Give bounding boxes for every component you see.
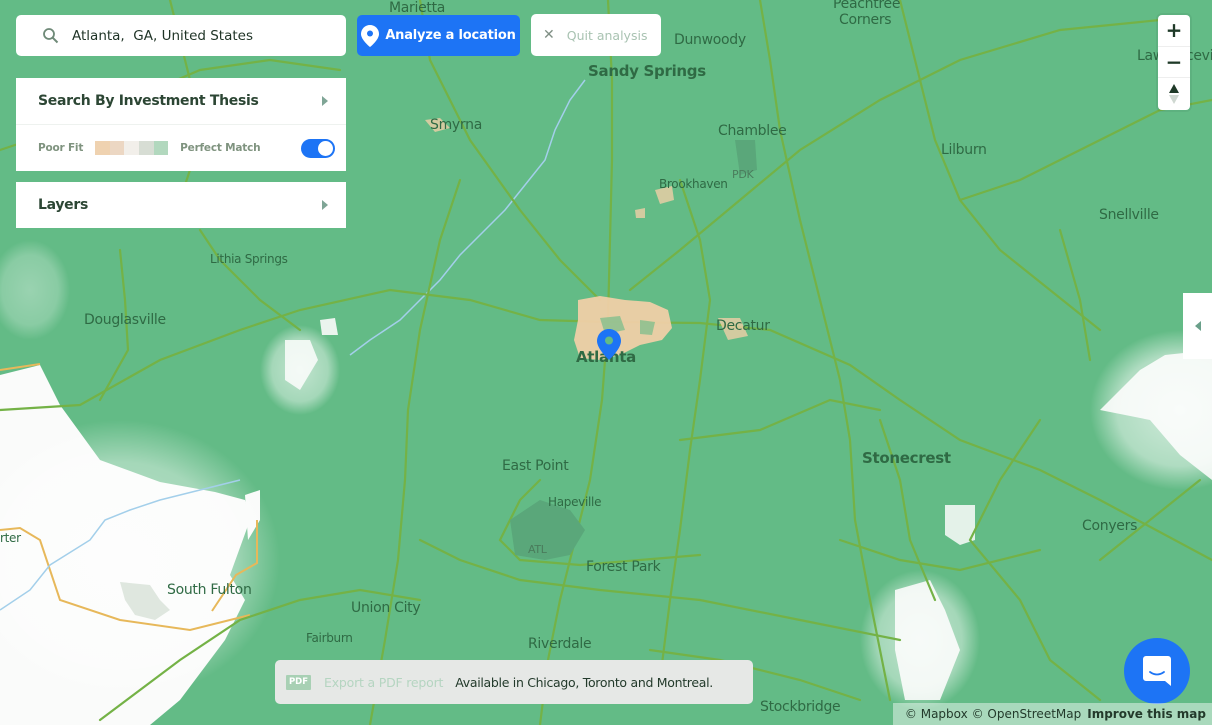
map-place-label: Lilburn	[941, 142, 987, 158]
toggle-knob	[318, 141, 333, 156]
layers-title: Layers	[38, 197, 88, 213]
investment-thesis-panel: Search By Investment Thesis Poor Fit Per…	[16, 78, 346, 171]
map-pin-icon	[361, 24, 380, 47]
map-place-label: Fairburn	[306, 631, 353, 645]
map-place-label: PDK	[732, 168, 754, 181]
map-place-label: ATL	[528, 543, 547, 556]
location-pin-marker[interactable]	[597, 329, 621, 360]
map-place-label: Peachtree	[833, 0, 901, 12]
map-place-label: Dunwoody	[674, 32, 746, 48]
quit-analysis-label: Quit analysis	[566, 27, 648, 43]
fit-legend: Poor Fit Perfect Match	[16, 125, 346, 171]
legend-high-label: Perfect Match	[180, 142, 261, 154]
map-place-label: Union City	[351, 600, 421, 616]
map-place-label: Conyers	[1082, 518, 1138, 534]
side-panel-toggle[interactable]	[1183, 293, 1212, 359]
layers-header[interactable]: Layers	[16, 182, 346, 228]
map-place-label: Chamblee	[718, 123, 787, 139]
legend-swatch	[95, 141, 110, 155]
analyze-location-label: Analyze a location	[385, 28, 516, 43]
map-place-label: Brookhaven	[659, 177, 728, 191]
export-pdf-button[interactable]: Export a PDF report	[324, 675, 443, 690]
map-pin-icon	[597, 329, 621, 360]
map-place-label: South Fulton	[167, 582, 252, 598]
legend-swatch	[109, 141, 125, 155]
heatmap-toggle[interactable]	[301, 139, 335, 158]
investment-thesis-header[interactable]: Search By Investment Thesis	[16, 78, 346, 124]
location-search[interactable]	[16, 15, 346, 56]
plus-icon: +	[1165, 18, 1183, 43]
map-place-label: Stonecrest	[862, 449, 951, 467]
map-place-label: rter	[0, 531, 21, 545]
osm-attribution-link[interactable]: © OpenStreetMap	[972, 707, 1082, 721]
pdf-export-bar: PDF Export a PDF report Available in Chi…	[275, 660, 753, 704]
chevron-right-icon	[322, 200, 328, 210]
mapbox-attribution-link[interactable]: © Mapbox	[905, 707, 968, 721]
improve-map-link[interactable]: Improve this map	[1087, 707, 1206, 721]
layers-panel: Layers	[16, 182, 346, 228]
minus-icon: −	[1165, 49, 1183, 74]
pdf-availability-note: Available in Chicago, Toronto and Montre…	[455, 674, 713, 690]
close-icon: ✕	[543, 27, 555, 43]
legend-swatch	[124, 141, 139, 155]
reset-north-button[interactable]	[1158, 78, 1190, 110]
legend-swatch	[153, 141, 169, 155]
zoom-in-button[interactable]: +	[1158, 15, 1190, 47]
map-place-label: Hapeville	[548, 495, 602, 509]
chevron-left-icon	[1194, 321, 1201, 331]
search-input[interactable]	[72, 27, 332, 44]
map-place-label: Forest Park	[586, 559, 661, 575]
map-place-label: Marietta	[389, 0, 446, 16]
map-place-label: Sandy Springs	[588, 62, 706, 80]
map-place-label: Snellville	[1099, 207, 1159, 223]
legend-swatch	[138, 141, 154, 155]
quit-analysis-button[interactable]: ✕ Quit analysis	[531, 14, 661, 56]
map-place-label: East Point	[502, 458, 569, 474]
map-attribution: © Mapbox © OpenStreetMap Improve this ma…	[893, 703, 1212, 725]
investment-thesis-title: Search By Investment Thesis	[38, 93, 259, 109]
chat-icon	[1143, 656, 1171, 686]
zoom-out-button[interactable]: −	[1158, 47, 1190, 79]
pdf-icon: PDF	[286, 674, 311, 690]
compass-icon	[1169, 83, 1179, 104]
map-place-label: Decatur	[716, 318, 770, 334]
legend-low-label: Poor Fit	[38, 142, 84, 154]
map-place-label: Lithia Springs	[210, 252, 288, 266]
map-place-label: Smyrna	[430, 117, 482, 133]
map-navigation-control: + −	[1158, 15, 1190, 110]
analyze-location-button[interactable]: Analyze a location	[357, 15, 520, 56]
map-place-label: Douglasville	[84, 312, 166, 328]
map-place-label: Stockbridge	[760, 699, 841, 715]
search-icon	[42, 27, 60, 45]
chat-launcher-button[interactable]	[1124, 638, 1190, 704]
map-place-label: Corners	[839, 12, 892, 28]
chevron-right-icon	[322, 96, 328, 106]
fit-color-scale	[95, 141, 169, 155]
map-place-label: Riverdale	[528, 636, 592, 652]
